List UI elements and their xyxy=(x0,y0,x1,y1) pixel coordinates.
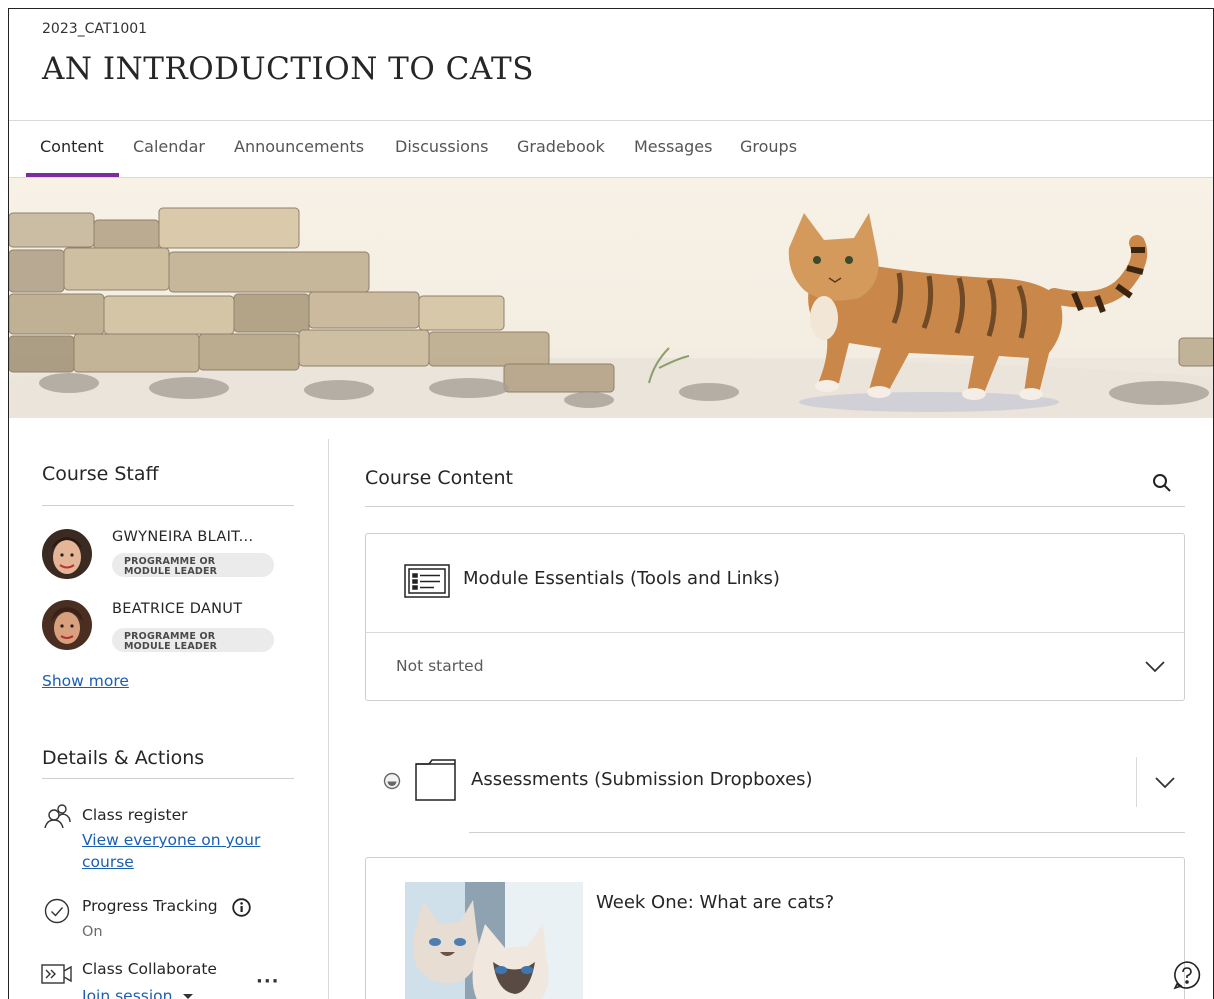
active-tab-indicator xyxy=(26,173,119,177)
visibility-status-icon[interactable] xyxy=(383,772,401,794)
content-item-card[interactable]: Module Essentials (Tools and Links) Not … xyxy=(365,533,1185,701)
tab-discussions[interactable]: Discussions xyxy=(395,137,488,156)
content-item-title[interactable]: Module Essentials (Tools and Links) xyxy=(463,568,780,589)
join-session-dropdown[interactable]: Join session xyxy=(82,986,193,999)
divider xyxy=(366,632,1184,633)
role-badge: PROGRAMME OR MODULE LEADER xyxy=(112,553,274,577)
divider xyxy=(42,778,294,779)
view-everyone-link-line2[interactable]: course xyxy=(82,853,260,871)
folder-icon xyxy=(415,757,457,805)
staff-name[interactable]: BEATRICE DANUT xyxy=(112,601,242,617)
divider xyxy=(469,832,1185,833)
tab-gradebook[interactable]: Gradebook xyxy=(517,137,605,156)
class-collaborate-label: Class Collaborate xyxy=(82,960,217,978)
more-options-icon[interactable]: ··· xyxy=(256,971,280,992)
progress-tracking-status: On xyxy=(82,924,103,940)
content-item-title[interactable]: Week One: What are cats? xyxy=(596,892,834,913)
view-everyone-link[interactable]: View everyone on your course xyxy=(82,831,260,871)
caret-down-icon[interactable] xyxy=(182,994,193,999)
role-badge-line: MODULE LEADER xyxy=(124,641,218,652)
role-badge-line: MODULE LEADER xyxy=(124,566,218,577)
course-banner-image xyxy=(9,178,1213,418)
divider xyxy=(365,506,1185,507)
class-register-label: Class register xyxy=(82,806,188,824)
avatar[interactable] xyxy=(42,600,92,650)
tab-calendar[interactable]: Calendar xyxy=(133,137,205,156)
role-badge: PROGRAMME OR MODULE LEADER xyxy=(112,628,274,652)
users-icon xyxy=(43,803,71,833)
divider xyxy=(42,505,294,506)
course-staff-heading: Course Staff xyxy=(42,463,159,485)
course-title: AN INTRODUCTION TO CATS xyxy=(42,51,534,87)
tab-messages[interactable]: Messages xyxy=(634,137,712,156)
join-session-link[interactable]: Join session xyxy=(82,987,173,999)
video-icon xyxy=(41,963,73,989)
folder-title[interactable]: Assessments (Submission Dropboxes) xyxy=(471,769,813,790)
course-code: 2023_CAT1001 xyxy=(42,21,148,37)
content-item-card[interactable]: Week One: What are cats? xyxy=(365,857,1185,999)
list-icon xyxy=(404,564,450,602)
cats-thumbnail[interactable] xyxy=(405,882,583,999)
banner-illustration xyxy=(9,207,1213,418)
course-page: 2023_CAT1001 AN INTRODUCTION TO CATS Con… xyxy=(8,8,1214,999)
sidebar: Course Staff GWYNEIRA BLAIT... PROGRAMME… xyxy=(9,439,329,999)
tab-announcements[interactable]: Announcements xyxy=(234,137,364,156)
avatar[interactable] xyxy=(42,529,92,579)
help-icon[interactable] xyxy=(1172,960,1202,994)
show-more-link[interactable]: Show more xyxy=(42,672,129,690)
tab-content[interactable]: Content xyxy=(40,137,104,156)
course-tabs: Content Calendar Announcements Discussio… xyxy=(9,120,1213,178)
search-icon[interactable] xyxy=(1152,473,1172,497)
chevron-down-icon[interactable] xyxy=(1154,775,1176,794)
progress-tracking-label: Progress Tracking xyxy=(82,897,218,915)
check-circle-icon xyxy=(44,898,70,928)
divider xyxy=(1136,757,1137,807)
progress-status: Not started xyxy=(396,657,484,675)
course-content-panel: Course Content Module Essentials (Tools … xyxy=(329,439,1213,999)
details-actions-heading: Details & Actions xyxy=(42,747,205,769)
view-everyone-link-line1[interactable]: View everyone on your xyxy=(82,831,260,849)
staff-name[interactable]: GWYNEIRA BLAIT... xyxy=(112,529,253,545)
course-content-title: Course Content xyxy=(365,467,513,489)
chevron-down-icon[interactable] xyxy=(1144,659,1166,678)
tab-groups[interactable]: Groups xyxy=(740,137,797,156)
info-icon[interactable] xyxy=(232,898,251,921)
